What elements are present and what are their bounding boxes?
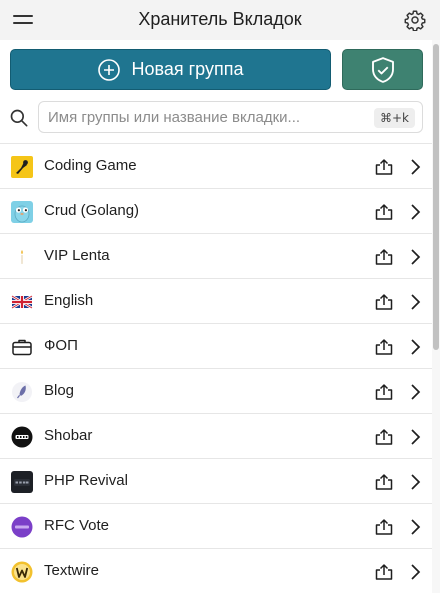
candle-icon bbox=[20, 250, 24, 264]
list-item[interactable]: ФОП bbox=[0, 323, 432, 368]
textwire-icon bbox=[11, 561, 33, 583]
group-name: RFC Vote bbox=[44, 517, 110, 534]
group-name: Shobar bbox=[44, 427, 93, 444]
open-tabs-icon[interactable] bbox=[374, 427, 394, 447]
list-item[interactable]: PHP Revival bbox=[0, 458, 432, 503]
group-name: Textwire bbox=[44, 562, 100, 579]
chevron-right-icon[interactable] bbox=[408, 473, 422, 491]
chevron-right-icon[interactable] bbox=[408, 203, 422, 221]
codingame-icon bbox=[11, 156, 33, 178]
open-tabs-icon[interactable] bbox=[374, 562, 394, 582]
chevron-right-icon[interactable] bbox=[408, 338, 422, 356]
list-item[interactable]: Crud (Golang) bbox=[0, 188, 432, 233]
uk-flag-icon bbox=[11, 294, 33, 310]
chevron-right-icon[interactable] bbox=[408, 248, 422, 266]
shobar-icon bbox=[11, 426, 33, 448]
new-group-label: Новая группа bbox=[131, 59, 244, 79]
header-bar: Хранитель Вкладок bbox=[0, 0, 440, 40]
open-tabs-icon[interactable] bbox=[374, 202, 394, 222]
feather-icon bbox=[12, 382, 32, 402]
group-name: Coding Game bbox=[44, 157, 137, 174]
group-name: ФОП bbox=[44, 337, 78, 354]
open-tabs-icon[interactable] bbox=[374, 157, 394, 177]
list-item[interactable]: RFC Vote bbox=[0, 503, 432, 548]
list-item[interactable]: Coding Game bbox=[0, 143, 432, 188]
new-group-button[interactable]: Новая группа bbox=[10, 49, 331, 90]
list-item[interactable]: Shobar bbox=[0, 413, 432, 458]
group-name: PHP Revival bbox=[44, 472, 128, 489]
group-name: Blog bbox=[44, 382, 75, 399]
chevron-right-icon[interactable] bbox=[408, 383, 422, 401]
open-tabs-icon[interactable] bbox=[374, 337, 394, 357]
group-list: Coding Game Crud (Golang) VIP Lenta Engl… bbox=[0, 143, 432, 593]
rfc-icon bbox=[11, 516, 33, 538]
open-tabs-icon[interactable] bbox=[374, 382, 394, 402]
open-tabs-icon[interactable] bbox=[374, 472, 394, 492]
open-tabs-icon[interactable] bbox=[374, 247, 394, 267]
briefcase-icon bbox=[12, 339, 32, 356]
chevron-right-icon[interactable] bbox=[408, 518, 422, 536]
list-item[interactable]: Textwire bbox=[0, 548, 432, 593]
chevron-right-icon[interactable] bbox=[408, 158, 422, 176]
chevron-right-icon[interactable] bbox=[408, 563, 422, 581]
open-tabs-icon[interactable] bbox=[374, 292, 394, 312]
shield-button[interactable] bbox=[342, 49, 423, 90]
open-tabs-icon[interactable] bbox=[374, 517, 394, 537]
gopher-icon bbox=[11, 201, 33, 223]
group-name: English bbox=[44, 292, 94, 309]
scrollbar-thumb[interactable] bbox=[433, 44, 439, 350]
shield-check-icon bbox=[371, 56, 394, 83]
list-item[interactable]: Blog bbox=[0, 368, 432, 413]
php-icon bbox=[11, 471, 33, 493]
chevron-right-icon[interactable] bbox=[408, 293, 422, 311]
search-input[interactable] bbox=[48, 102, 368, 132]
app-title: Хранитель Вкладок bbox=[138, 9, 302, 29]
plus-circle-icon bbox=[98, 58, 121, 81]
group-name: VIP Lenta bbox=[44, 247, 110, 264]
search-field[interactable]: ⌘+k bbox=[38, 101, 423, 133]
shortcut-badge: ⌘+k bbox=[373, 108, 415, 128]
scrollbar[interactable] bbox=[432, 40, 440, 593]
list-item[interactable]: VIP Lenta bbox=[0, 233, 432, 278]
gear-icon[interactable] bbox=[404, 9, 426, 31]
search-icon bbox=[10, 109, 28, 127]
group-name: Crud (Golang) bbox=[44, 202, 140, 219]
chevron-right-icon[interactable] bbox=[408, 428, 422, 446]
list-item[interactable]: English bbox=[0, 278, 432, 323]
